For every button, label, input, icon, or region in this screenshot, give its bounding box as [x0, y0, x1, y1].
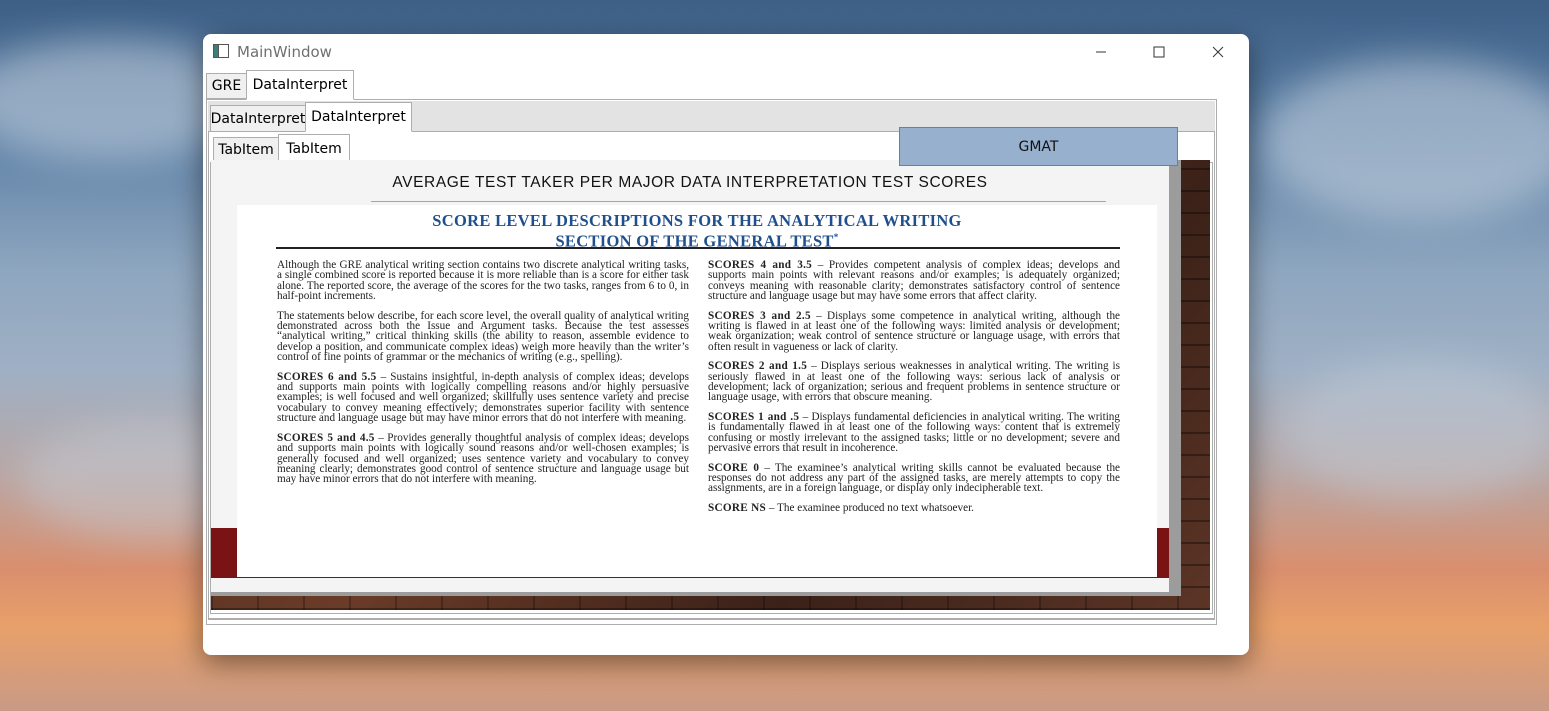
score-description-image: AVERAGE TEST TAKER PER MAJOR DATA INTERP…	[211, 160, 1169, 592]
document-title-mark: *	[833, 232, 839, 242]
maximize-button[interactable]	[1130, 34, 1188, 70]
score-document: SCORE LEVEL DESCRIPTIONS FOR THE ANALYTI…	[237, 205, 1157, 577]
score-5-paragraph: SCORES 5 and 4.5 – Provides generally th…	[277, 432, 689, 485]
document-title-line1: SCORE LEVEL DESCRIPTIONS FOR THE ANALYTI…	[432, 211, 962, 230]
intro-paragraph: Although the GRE analytical writing sect…	[277, 259, 689, 303]
score-2-paragraph: SCORES 2 and 1.5 – Displays serious weak…	[708, 361, 1120, 403]
tab-datainterpret-2[interactable]: DataInterpret	[305, 102, 412, 132]
sky-cloud	[1280, 360, 1549, 500]
panel-bottom-border	[209, 618, 1215, 619]
score-0-text: – The examinee’s analytical writing skil…	[708, 461, 1121, 495]
tab-gre[interactable]: GRE	[206, 73, 247, 99]
main-window: MainWindow GRE DataInterpret DataInterpr…	[203, 34, 1249, 655]
close-button[interactable]	[1189, 34, 1247, 70]
score-ns-text: – The examinee produced no text whatsoev…	[766, 501, 974, 514]
tab-datainterpret[interactable]: DataInterpret	[246, 70, 354, 100]
window-title: MainWindow	[237, 43, 332, 61]
minimize-icon	[1096, 51, 1106, 53]
document-rule	[276, 247, 1120, 249]
slide-divider	[371, 201, 1106, 202]
gmat-button[interactable]: GMAT	[899, 127, 1178, 166]
score-3-paragraph: SCORES 3 and 2.5 – Displays some compete…	[708, 310, 1120, 352]
score-1-paragraph: SCORES 1 and .5 – Displays fundamental d…	[708, 411, 1120, 453]
title-bar[interactable]: MainWindow	[203, 34, 1249, 70]
score-0-paragraph: SCORE 0 – The examinee’s analytical writ…	[708, 461, 1121, 495]
score-ns-paragraph: SCORE NS – The examinee produced no text…	[708, 501, 1120, 514]
document-right-column: SCORES 4 and 3.5 – Provides competent an…	[708, 259, 1121, 522]
statements-paragraph: The statements below describe, for each …	[277, 309, 689, 364]
tab-tabitem-2[interactable]: TabItem	[278, 134, 350, 163]
tab-datainterpret-1[interactable]: DataInterpret	[210, 105, 306, 132]
minimize-button[interactable]	[1072, 34, 1130, 70]
score-ns-label: SCORE NS	[708, 501, 767, 514]
close-icon	[1212, 46, 1224, 58]
document-left-column: Although the GRE analytical writing sect…	[277, 259, 689, 494]
score-6-paragraph: SCORES 6 and 5.5 – Sustains insightful, …	[277, 371, 689, 424]
slide-heading: AVERAGE TEST TAKER PER MAJOR DATA INTERP…	[392, 174, 988, 191]
app-window-icon	[213, 44, 229, 58]
sky-cloud	[1260, 60, 1549, 220]
score-4-paragraph: SCORES 4 and 3.5 – Provides competent an…	[708, 259, 1120, 301]
maximize-icon	[1153, 46, 1165, 58]
document-title: SCORE LEVEL DESCRIPTIONS FOR THE ANALYTI…	[237, 212, 1157, 250]
